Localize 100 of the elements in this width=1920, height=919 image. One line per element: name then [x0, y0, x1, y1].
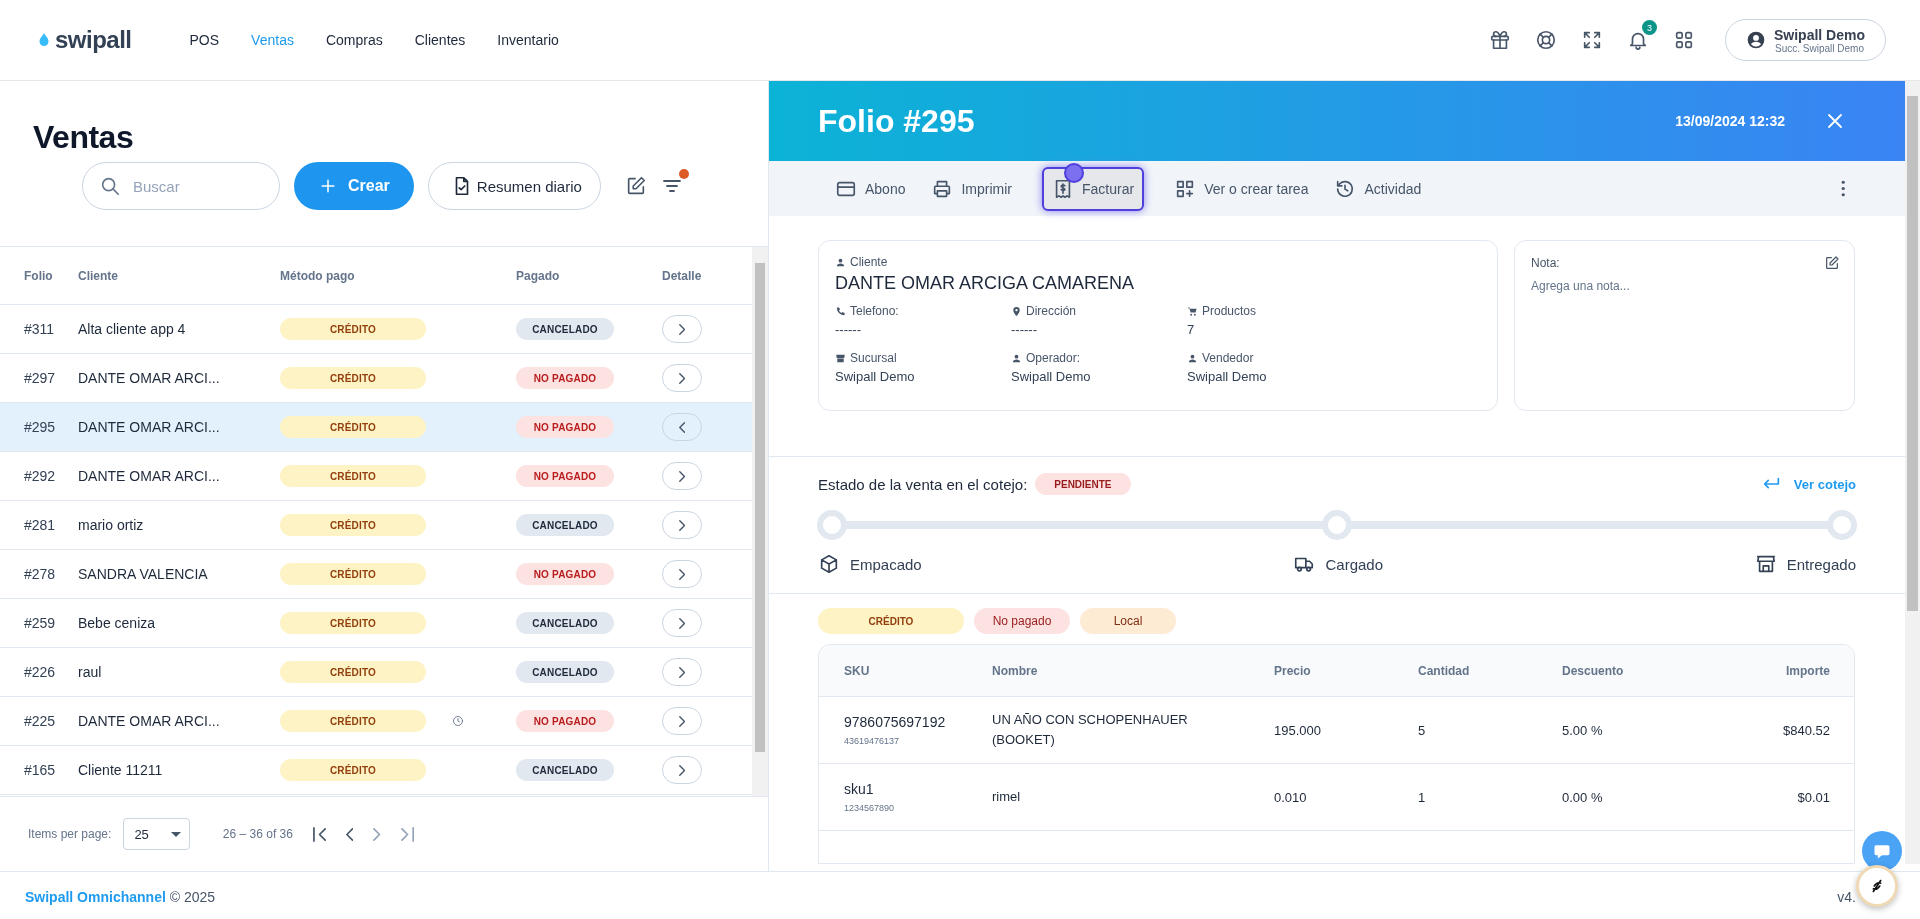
assistant-button[interactable] — [1856, 865, 1898, 907]
last-page-icon — [400, 826, 414, 842]
payment-method-badge: CRÉDITO — [280, 612, 426, 634]
field-label: Cliente — [850, 255, 888, 269]
action-button[interactable]: Actividad — [1324, 166, 1432, 211]
table-row[interactable]: #278 SANDRA VALENCIA CRÉDITO NO PAGADO — [0, 550, 752, 599]
chevron-icon — [678, 323, 686, 335]
folio-cell-text: #295 — [24, 419, 57, 435]
action-button[interactable]: Facturar — [1042, 166, 1145, 211]
page-size-select[interactable]: 25 — [123, 818, 190, 850]
filter-icon — [662, 180, 681, 192]
filter-button[interactable] — [662, 180, 681, 192]
client-name: DANTE OMAR ARCIGA CAMARENA — [835, 273, 1136, 294]
barcode-text: 43619476137 — [844, 736, 901, 746]
brand-logo[interactable]: swipall — [35, 26, 132, 54]
product-name-cell-text: rimel — [992, 788, 1022, 806]
chevron-icon — [678, 470, 686, 482]
payment-status-badge: CANCELADO — [516, 612, 614, 634]
person-icon — [1187, 352, 1198, 364]
step-label: Entregado — [1786, 555, 1856, 573]
page-range: 26 – 36 of 36 — [222, 827, 293, 841]
help-button[interactable] — [1534, 29, 1557, 51]
scrollbar[interactable] — [752, 247, 768, 796]
action-button[interactable]: Abono — [825, 166, 916, 211]
chevron-icon — [678, 568, 686, 580]
table-row[interactable]: #225 DANTE OMAR ARCI... CRÉDITO NO PAGADO — [0, 697, 752, 746]
chevron-icon — [678, 617, 686, 629]
table-row[interactable]: #311 Alta cliente app 4 CRÉDITO CANCELADO — [0, 305, 752, 354]
nav-link[interactable]: Clientes — [414, 32, 466, 48]
payment-status-badge: CANCELADO — [516, 759, 614, 781]
column-header: Precio — [1274, 663, 1312, 678]
search-input[interactable]: Buscar — [131, 176, 251, 196]
folio-title: Folio #295 — [818, 102, 976, 140]
tag: Local — [1080, 608, 1176, 634]
first-page-icon — [312, 826, 327, 842]
next-page-button[interactable] — [373, 827, 381, 841]
column-header: Nombre — [992, 663, 1039, 678]
field-label: Vendedor — [1202, 351, 1254, 365]
nav-link[interactable]: POS — [189, 32, 220, 48]
client-cell-text: raul — [78, 664, 103, 680]
storefront-icon — [1754, 553, 1777, 575]
column-header: Cantidad — [1418, 663, 1471, 678]
table-row[interactable]: #165 Cliente 11211 CRÉDITO CANCELADO — [0, 746, 752, 795]
payment-status-badge: CANCELADO — [516, 514, 614, 536]
last-page-button[interactable] — [400, 826, 414, 842]
client-cell-text: SANDRA VALENCIA — [78, 566, 209, 582]
quantity-cell-text: 1 — [1418, 789, 1427, 805]
column-header: Importe — [1785, 663, 1830, 678]
note-field[interactable]: Nota: Agrega una nota... — [1514, 240, 1855, 411]
tag: CRÉDITO — [818, 608, 964, 634]
sku-cell-text: 9786075697192 — [844, 714, 947, 730]
folio-cell-text: #165 — [24, 762, 57, 778]
column-header: Método pago — [280, 268, 356, 283]
payment-status-badge: NO PAGADO — [516, 416, 614, 438]
folio-cell-text: #311 — [24, 321, 56, 337]
payment-method-badge: CRÉDITO — [280, 563, 426, 585]
table-row[interactable]: #281 mario ortiz CRÉDITO CANCELADO — [0, 501, 752, 550]
table-row[interactable]: #259 Bebe ceniza CRÉDITO CANCELADO — [0, 599, 752, 648]
more-options-button[interactable] — [1840, 180, 1845, 197]
dots-vertical-icon — [1840, 180, 1845, 197]
folio-cell-text: #226 — [24, 664, 57, 680]
gift-button[interactable] — [1488, 29, 1511, 51]
payment-method-badge: CRÉDITO — [280, 759, 426, 781]
field-label: Sucursal — [850, 351, 897, 365]
table-row[interactable]: #292 DANTE OMAR ARCI... CRÉDITO NO PAGADO — [0, 452, 752, 501]
chevron-right-icon — [373, 827, 381, 841]
amount-cell-text: $840.52 — [1782, 722, 1830, 738]
payment-status-badge: CANCELADO — [516, 661, 614, 683]
folio-cell-text: #292 — [24, 468, 57, 484]
action-button[interactable]: Imprimir — [921, 166, 1023, 211]
price-cell-text: 0.010 — [1274, 789, 1308, 805]
step-label: Empacado — [850, 555, 922, 573]
user-name: Swipall Demo — [1773, 26, 1865, 43]
table-row[interactable]: #295 DANTE OMAR ARCI... CRÉDITO NO PAGADO — [0, 403, 752, 452]
field-value: 7 — [1187, 322, 1196, 337]
folio-cell-text: #225 — [24, 713, 57, 729]
nav-link[interactable]: Inventario — [497, 32, 559, 48]
field-value: Swipall Demo — [835, 369, 916, 384]
cart-icon — [1187, 305, 1198, 317]
location-pin-icon — [1011, 305, 1022, 317]
field-value: Swipall Demo — [1011, 369, 1092, 384]
previous-page-button[interactable] — [346, 827, 354, 841]
client-cell-text: Cliente 11211 — [78, 762, 164, 778]
client-cell-text: DANTE OMAR ARCI... — [78, 419, 221, 435]
gift-icon — [1488, 29, 1511, 51]
first-page-button[interactable] — [312, 826, 327, 842]
discount-cell-text: 0.00 % — [1562, 789, 1604, 805]
payment-status-badge: NO PAGADO — [516, 710, 614, 732]
field-label: Dirección — [1026, 304, 1076, 318]
field-label: Productos — [1202, 304, 1257, 318]
person-icon — [835, 256, 846, 268]
quantity-cell-text: 5 — [1418, 722, 1427, 738]
chevron-icon — [678, 519, 686, 531]
table-row[interactable]: #226 raul CRÉDITO CANCELADO — [0, 648, 752, 697]
nav-link[interactable]: Compras — [325, 32, 383, 48]
notification-badge: 3 — [1641, 20, 1657, 35]
scrollbar[interactable] — [1905, 81, 1920, 864]
edit-note-button[interactable] — [1824, 255, 1840, 271]
client-cell-text: mario ortiz — [78, 517, 145, 533]
action-button[interactable]: Ver o crear tarea — [1164, 166, 1319, 211]
